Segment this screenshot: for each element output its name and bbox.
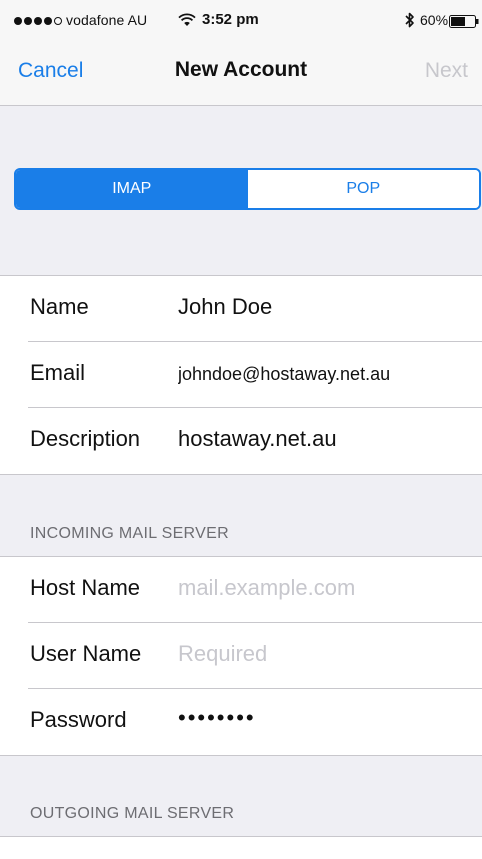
segment-imap[interactable]: IMAP (16, 170, 248, 208)
host-name-field[interactable] (178, 575, 468, 601)
description-row: Description (0, 408, 482, 474)
account-info-group: Name Email Description (0, 276, 482, 474)
segment-pop[interactable]: POP (247, 170, 479, 208)
name-field[interactable] (178, 294, 468, 320)
name-label: Name (30, 294, 89, 319)
description-field[interactable] (178, 426, 468, 452)
password-field[interactable]: •••••••• (178, 705, 468, 731)
email-field[interactable] (178, 364, 468, 385)
incoming-mail-server-header: INCOMING MAIL SERVER (30, 525, 229, 542)
user-name-row: User Name (0, 623, 482, 689)
navigation-bar: Cancel New Account Next (0, 44, 482, 106)
divider (0, 474, 482, 475)
description-label: Description (30, 426, 141, 451)
email-row: Email (0, 342, 482, 408)
host-name-label: Host Name (30, 575, 141, 600)
password-label: Password (30, 707, 127, 732)
email-label: Email (30, 360, 86, 385)
next-button[interactable]: Next (425, 59, 468, 83)
signal-strength-icon (14, 17, 62, 25)
user-name-field[interactable] (178, 641, 468, 667)
outgoing-mail-server-header: OUTGOING MAIL SERVER (30, 805, 235, 822)
status-bar: vodafone AU 3:52 pm 60% (0, 0, 482, 44)
user-name-label: User Name (30, 641, 142, 666)
battery-icon (449, 15, 479, 28)
divider (0, 755, 482, 756)
clock: 3:52 pm (202, 11, 259, 28)
host-name-row: Host Name (0, 557, 482, 623)
outgoing-server-group (0, 837, 482, 859)
password-row: Password •••••••• (0, 689, 482, 755)
battery-percentage: 60% (420, 12, 449, 28)
wifi-icon (178, 13, 196, 26)
carrier-label: vodafone AU (66, 12, 148, 28)
page-title: New Account (174, 58, 308, 81)
bluetooth-icon (405, 12, 414, 28)
account-type-segmented-control: IMAP POP (14, 168, 481, 210)
name-row: Name (0, 276, 482, 342)
incoming-server-group: Host Name User Name Password •••••••• (0, 557, 482, 755)
